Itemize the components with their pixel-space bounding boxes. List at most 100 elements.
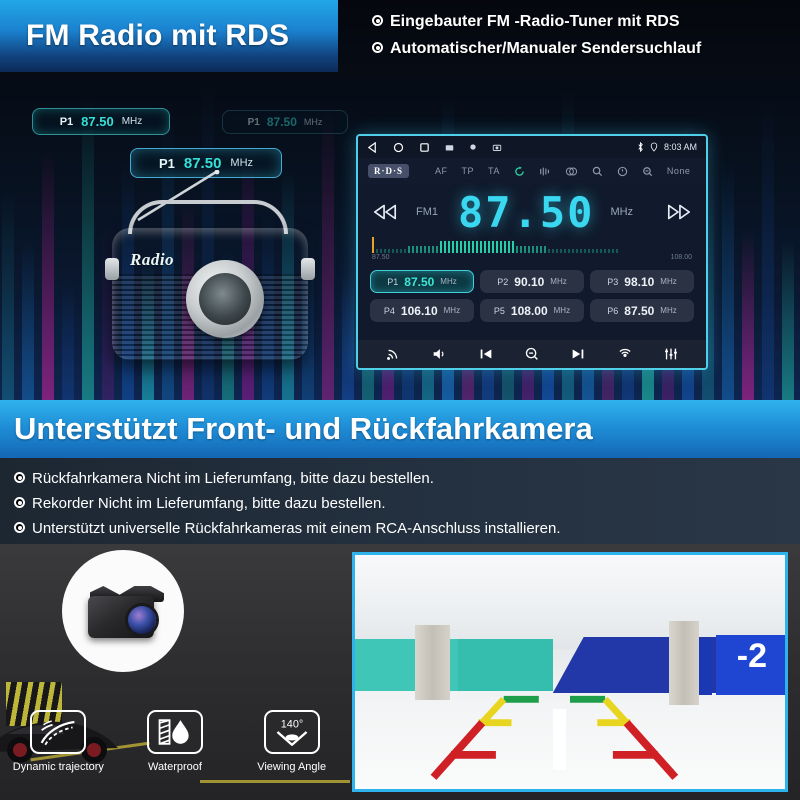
preset-button-p4[interactable]: P4 106.10 MHz	[370, 299, 474, 322]
record-icon[interactable]	[469, 143, 477, 151]
info-icon[interactable]	[617, 166, 628, 177]
scan-down-icon[interactable]	[524, 346, 540, 362]
chip-unit: MHz	[303, 117, 323, 127]
loop-icon[interactable]	[514, 165, 525, 177]
scale-tick	[500, 241, 502, 253]
feature-label: Viewing Angle	[257, 761, 327, 773]
scale-tick	[464, 241, 466, 253]
camera-banner: Unterstützt Front- und Rückfahrkamera	[0, 400, 800, 458]
location-pin-icon	[650, 142, 658, 152]
preset-unit: MHz	[660, 306, 677, 315]
feature-label: Dynamic trajectory	[12, 761, 104, 773]
preset-button-p2[interactable]: P2 90.10 MHz	[480, 270, 584, 293]
scale-tick	[492, 241, 494, 253]
camera-bullet-list: Rückfahrkamera Nicht im Lieferumfang, bi…	[0, 458, 800, 544]
recents-square-icon[interactable]	[419, 142, 430, 153]
scale-tick	[424, 246, 426, 253]
radio-speaker-dial	[186, 260, 264, 338]
screenshot-icon[interactable]	[492, 143, 502, 152]
rewind-icon[interactable]	[372, 202, 398, 222]
fast-forward-icon[interactable]	[666, 202, 692, 222]
camera-section: Unterstützt Front- und Rückfahrkamera Rü…	[0, 400, 800, 800]
scale-tick	[436, 246, 438, 253]
previous-track-icon[interactable]	[478, 346, 494, 362]
equalizer-bar	[82, 100, 94, 400]
scale-tick	[428, 246, 430, 253]
rds-pty-value[interactable]: None	[667, 166, 691, 176]
radio-antenna-icon[interactable]	[385, 346, 401, 362]
camera-banner-title: Unterstützt Front- und Rückfahrkamera	[14, 411, 593, 446]
equalizer-icon[interactable]	[663, 346, 679, 362]
scale-tick	[604, 249, 606, 253]
preset-frequency: 106.10	[400, 303, 438, 318]
scale-ticks	[372, 240, 692, 253]
broadcast-icon[interactable]	[617, 346, 633, 362]
vintage-radio-image: Radio	[105, 170, 315, 370]
signal-waves-icon[interactable]	[539, 166, 551, 177]
search-icon[interactable]	[592, 166, 603, 177]
preset-name: P4	[383, 305, 395, 316]
preset-name: P1	[387, 276, 399, 287]
scale-tick	[416, 246, 418, 253]
scale-tick	[524, 246, 526, 253]
preset-button-p1[interactable]: P1 87.50 MHz	[370, 270, 474, 293]
camera-bullet-item: Rückfahrkamera Nicht im Lieferumfang, bi…	[14, 466, 800, 491]
chip-frequency: 87.50	[266, 115, 297, 129]
radio-body: Radio	[112, 228, 308, 360]
bluetooth-icon	[638, 142, 643, 152]
preset-name: P3	[607, 276, 619, 287]
back-triangle-icon[interactable]	[367, 141, 378, 153]
scale-tick	[532, 246, 534, 253]
svg-text:140°: 140°	[280, 718, 303, 730]
equalizer-bar	[62, 280, 74, 400]
scale-tick	[432, 246, 434, 253]
scale-tick	[584, 249, 586, 253]
equalizer-bar	[782, 240, 794, 400]
scale-tick	[476, 241, 478, 253]
preset-button-p3[interactable]: P3 98.10 MHz	[590, 270, 694, 293]
equalizer-bar	[342, 270, 354, 400]
chip-preset-name: P1	[59, 115, 74, 128]
floating-preset-chip: P1 87.50 MHz	[222, 110, 348, 134]
scale-tick	[460, 241, 462, 253]
head-unit-toolbar	[358, 340, 706, 368]
volume-icon[interactable]	[431, 346, 447, 362]
scale-tick	[616, 249, 618, 253]
bullet-dot-icon	[14, 497, 25, 508]
scale-tick	[516, 246, 518, 253]
preset-frequency: 87.50	[624, 303, 655, 318]
scan-icon[interactable]	[642, 166, 653, 177]
equalizer-bar	[762, 100, 774, 400]
android-status-bar: 8:03 AM	[358, 136, 706, 158]
scale-tick	[388, 249, 390, 253]
home-circle-icon[interactable]	[393, 142, 404, 153]
equalizer-bar	[22, 240, 34, 400]
scale-tick	[528, 246, 530, 253]
chip-unit: MHz	[121, 116, 143, 127]
camera-bullet-item: Rekorder Nicht im Lieferumfang, bitte da…	[14, 491, 800, 516]
gallery-icon[interactable]	[445, 143, 454, 152]
rds-tp-button[interactable]: TP	[462, 166, 475, 176]
bullet-dot-icon	[14, 522, 25, 533]
scale-tick	[444, 241, 446, 253]
equalizer-bar	[2, 190, 14, 400]
rds-ta-button[interactable]: TA	[488, 166, 500, 176]
feature-item: Dynamic trajectory	[6, 710, 110, 773]
frequency-scale[interactable]: 87.50 108.00	[372, 237, 692, 266]
preset-button-p6[interactable]: P6 87.50 MHz	[590, 299, 694, 322]
scale-tick	[452, 241, 454, 253]
stereo-icon[interactable]	[565, 166, 578, 177]
equalizer-bar	[742, 230, 754, 400]
next-track-icon[interactable]	[570, 346, 586, 362]
scale-tick	[548, 249, 550, 253]
bullet-dot-icon	[14, 472, 25, 483]
scale-tick	[572, 249, 574, 253]
status-bar-right: 8:03 AM	[637, 142, 697, 152]
tuner-row: FM1 87.50 MHz	[358, 184, 706, 240]
fm-banner-title: FM Radio mit RDS	[26, 19, 290, 52]
camera-bullet-text: Unterstützt universelle Rückfahrkameras …	[32, 520, 561, 537]
preset-button-p5[interactable]: P5 108.00 MHz	[480, 299, 584, 322]
rds-af-button[interactable]: AF	[435, 166, 448, 176]
fm-bullet-item: Automatischer/Manualer Sendersuchlauf	[372, 35, 796, 62]
scale-tick	[540, 246, 542, 253]
